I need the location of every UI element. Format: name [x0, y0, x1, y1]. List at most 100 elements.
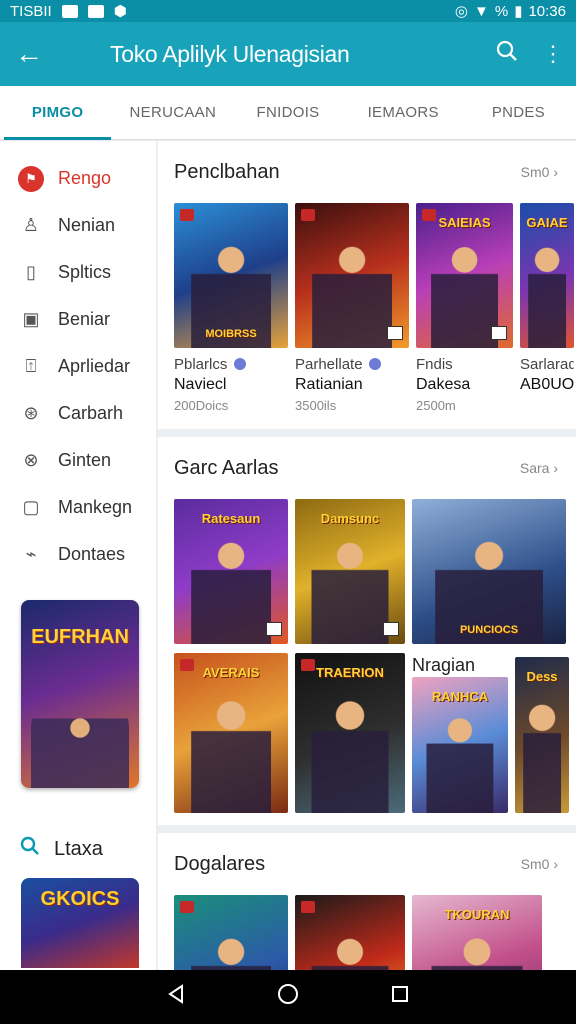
cover-label: GAIAE [526, 215, 568, 230]
rating-icon [383, 622, 399, 636]
game-cover: AVERAIS [174, 653, 288, 813]
back-arrow-icon[interactable]: ← [0, 38, 58, 70]
sidebar: ⚑ Rengo ♙ Nenian ▯ Spltics ▣ Beniar ⍐ Ap… [0, 141, 156, 970]
see-more-link[interactable]: Sm0 › [521, 856, 576, 872]
nav-back-icon[interactable] [166, 984, 186, 1010]
compass-icon: ⊛ [23, 403, 39, 423]
cover-label: MOIBRSS [205, 328, 257, 340]
promo-banner[interactable]: EUFRHAN [21, 600, 139, 788]
see-more-link[interactable]: Sara › [520, 460, 576, 476]
game-cover [295, 895, 405, 970]
person-icon: ♙ [22, 215, 40, 235]
app-size: 200Doics [174, 398, 229, 413]
upload-icon: ⍐ [25, 356, 37, 376]
rating-icon [491, 326, 507, 340]
section-garc-aarlas: Garc Aarlas Sara › Ratesaun Damsunc PUNC… [158, 437, 576, 825]
hero-figure [528, 234, 566, 348]
nav-home-icon[interactable] [277, 983, 299, 1011]
app-title: Toko Aplilyk Ulenagisian [110, 40, 350, 67]
tab-pndes[interactable]: PNDES [461, 86, 576, 140]
sidebar-item-ginten[interactable]: ⊗ Ginten [0, 437, 156, 484]
hero-figure [311, 530, 389, 644]
hero-figure [523, 691, 561, 813]
box-icon: ▣ [22, 309, 40, 329]
sidebar-item-dontaes[interactable]: ⌁ Dontaes [0, 531, 156, 578]
nav-recents-icon[interactable] [390, 984, 410, 1010]
game-cover: TKOURAN [412, 895, 542, 970]
badge-icon [180, 209, 194, 221]
tab-pimgo[interactable]: PIMGO [0, 86, 115, 140]
developer-name: Fndis [416, 356, 453, 373]
sidebar-item-label: Rengo [58, 168, 112, 188]
cover-label: Ratesaun [201, 511, 261, 526]
game-cover: TRAERION [295, 653, 405, 813]
sidebar-item-label: Beniar [58, 309, 111, 329]
app-card[interactable]: TKOURAN [412, 895, 542, 970]
tab-fnidois[interactable]: FNIDOIS [230, 86, 345, 140]
status-bar: TISBII ⬢ ◎ ▼ % ▮ 10:36 [0, 0, 576, 22]
sidebar-item-spltics[interactable]: ▯ Spltics [0, 249, 156, 296]
app-name: Naviecl [174, 376, 227, 393]
sidebar-item-carbarh[interactable]: ⊛ Carbarh [0, 390, 156, 437]
see-more-link[interactable]: Sm0 › [521, 164, 576, 180]
chat-icon: ▢ [22, 497, 40, 517]
game-cover: Dess [515, 657, 569, 813]
app-name: Ratianian [295, 376, 363, 393]
badge-icon [301, 209, 315, 221]
sidebar-item-label: Ginten [58, 450, 112, 470]
app-card[interactable]: GAIAE Sarlarad AB0UOs [520, 203, 574, 413]
hero-figure [311, 926, 389, 970]
hero-figure [312, 234, 392, 348]
app-card[interactable]: AVERAIS [174, 653, 288, 813]
search-icon [20, 836, 40, 862]
app-card[interactable]: PUNCIOCS [412, 499, 566, 644]
app-card[interactable]: Damsunc [295, 499, 405, 644]
section-title: Dogalares [174, 852, 266, 875]
cover-label: TKOURAN [444, 907, 510, 922]
cover-label: Damsunc [320, 511, 380, 526]
app-card[interactable]: MOIBRSS Pblarlcs Naviecl 200Doics [174, 203, 288, 413]
app-card[interactable]: SAIEIAS Fndis Dakesa 2500m [416, 203, 513, 413]
promo-banner-2-title: GKOICS [40, 888, 120, 910]
link-icon: ⌁ [25, 544, 37, 564]
search-icon[interactable] [484, 40, 530, 68]
battery-percent: % [494, 2, 509, 20]
app-card[interactable] [295, 895, 405, 970]
app-name: AB0UOs [520, 376, 574, 393]
game-cover [174, 895, 288, 970]
sidebar-item-mankegn[interactable]: ▢ Mankegn [0, 484, 156, 531]
game-cover: Ratesaun [174, 499, 288, 644]
app-name: Dakesa [416, 376, 471, 393]
developer-name: Sarlarad [520, 356, 574, 373]
more-vert-icon[interactable]: ⋮ [530, 41, 576, 67]
clock: 10:36 [528, 2, 566, 20]
tab-iemaors[interactable]: IEMAORS [346, 86, 461, 140]
sidebar-search[interactable]: Ltaxa [0, 836, 156, 862]
app-card[interactable]: Ratesaun [174, 499, 288, 644]
app-card[interactable]: Parhellate Ratianian 3500ils [295, 203, 409, 413]
app-card[interactable]: TRAERION [295, 653, 405, 813]
app-card[interactable]: Nragian RANHCA [412, 653, 508, 813]
flag-icon: ⚑ [18, 165, 44, 192]
tab-nerucaan[interactable]: NERUCAAN [115, 86, 230, 140]
app-card[interactable] [174, 895, 288, 970]
sidebar-item-aprliedar[interactable]: ⍐ Aprliedar [0, 343, 156, 390]
sidebar-item-label: Carbarh [58, 403, 124, 423]
promo-banner-2[interactable]: GKOICS [21, 878, 139, 968]
document-icon: ▯ [26, 262, 36, 282]
sidebar-item-nenian[interactable]: ♙ Nenian [0, 202, 156, 249]
sidebar-item-label: Aprliedar [58, 356, 131, 376]
cover-label: AVERAIS [202, 665, 260, 680]
circle-x-icon: ⊗ [23, 450, 39, 470]
cover-label: Dess [526, 669, 558, 684]
cover-label: TRAERION [316, 665, 384, 680]
sidebar-item-beniar[interactable]: ▣ Beniar [0, 296, 156, 343]
developer-name: Pblarlcs [174, 356, 228, 373]
badge-icon [301, 901, 315, 913]
hero-figure [311, 688, 389, 813]
promo-hero-figure [31, 688, 129, 788]
sidebar-item-rengo[interactable]: ⚑ Rengo [0, 155, 156, 202]
hero-figure [426, 706, 494, 813]
app-card[interactable]: Dess [515, 653, 569, 813]
sidebar-search-label: Ltaxa [54, 837, 103, 860]
